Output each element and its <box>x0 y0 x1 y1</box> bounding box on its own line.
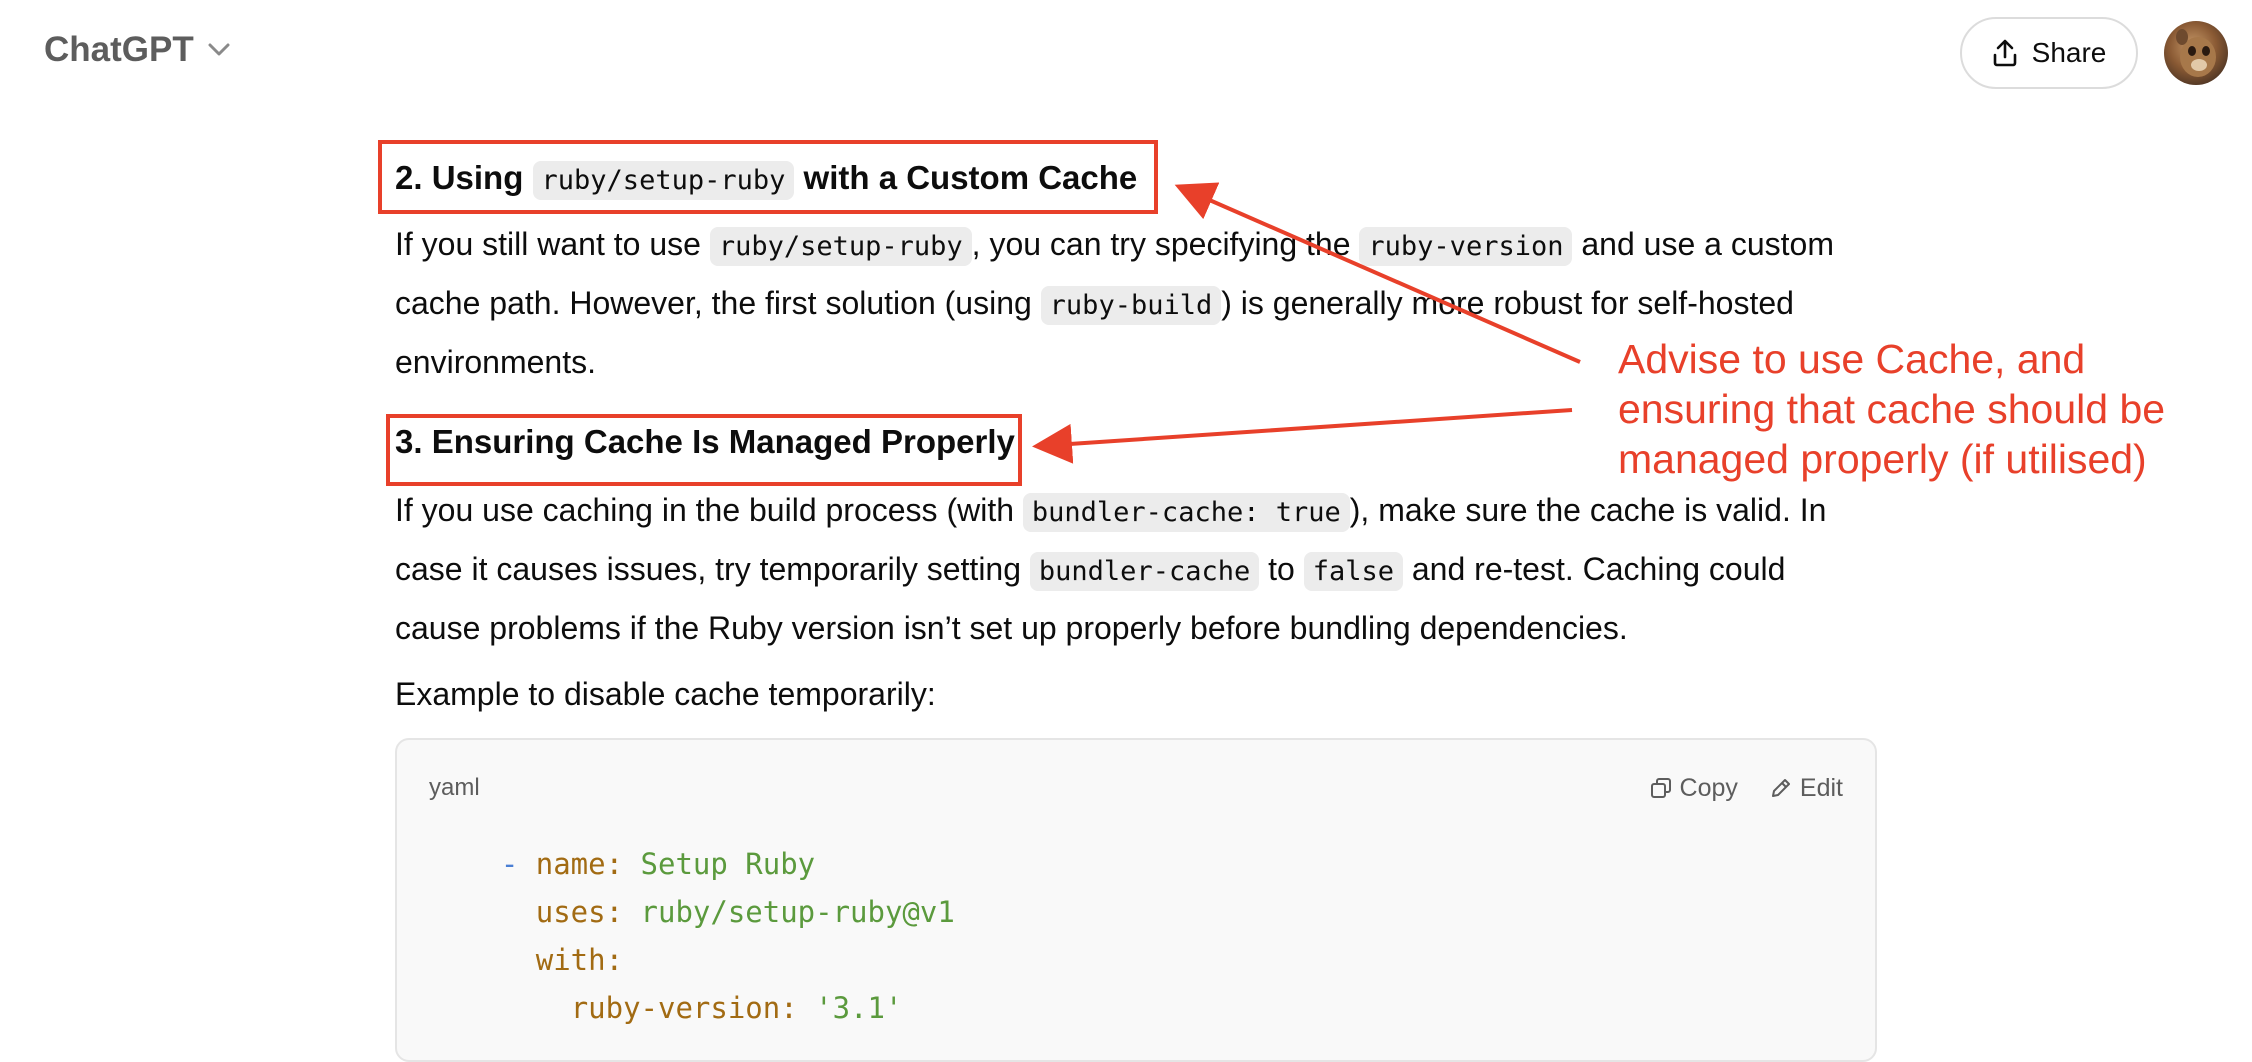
annotation-arrow-2 <box>1032 408 1573 464</box>
annotation-arrows <box>1032 182 1581 464</box>
annotation-note: Advise to use Cache, and ensuring that c… <box>1618 336 2166 482</box>
annotation-arrow-1 <box>1174 182 1581 364</box>
